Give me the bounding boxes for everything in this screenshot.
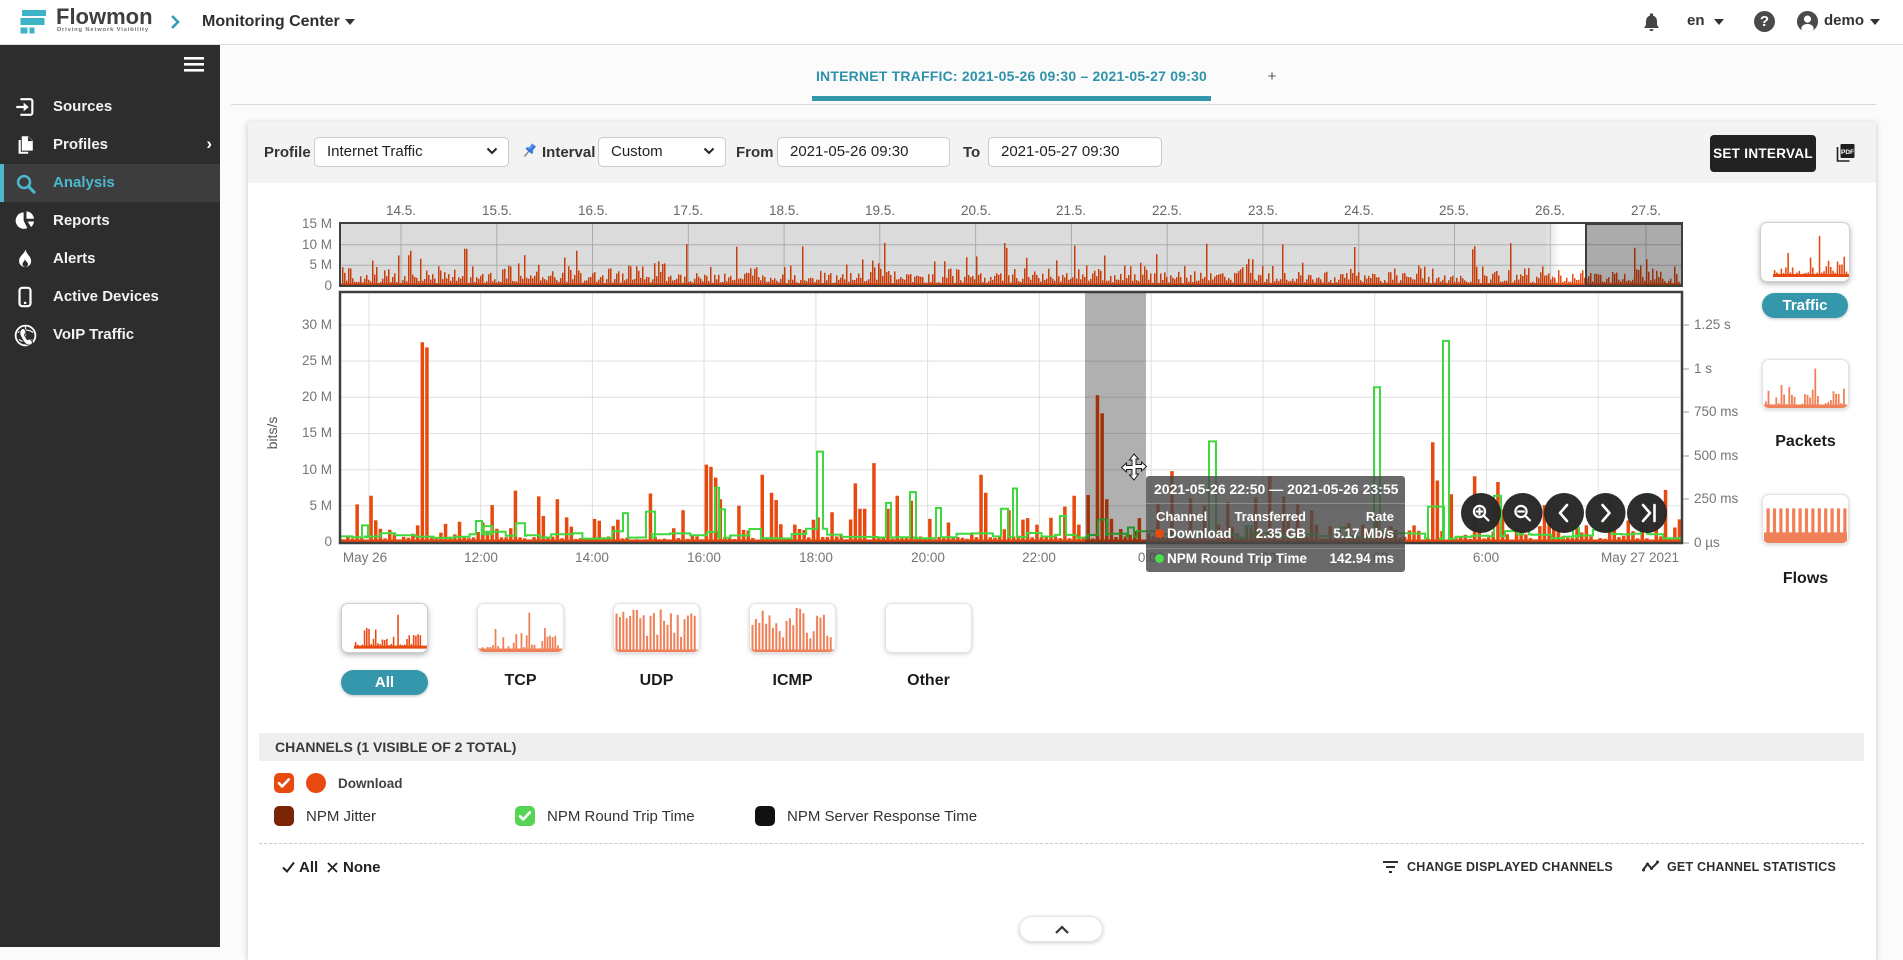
svg-text:15 M: 15 M — [302, 216, 332, 231]
svg-text:20 M: 20 M — [302, 389, 332, 404]
svg-text:May 26: May 26 — [343, 550, 387, 565]
svg-text:10 M: 10 M — [302, 462, 332, 477]
svg-text:1 s: 1 s — [1694, 361, 1712, 376]
svg-text:16.5.: 16.5. — [578, 203, 608, 218]
svg-text:20.5.: 20.5. — [961, 203, 991, 218]
svg-text:5 M: 5 M — [309, 257, 332, 272]
svg-text:25.5.: 25.5. — [1439, 203, 1469, 218]
svg-text:12:00: 12:00 — [464, 550, 498, 565]
svg-text:17.5.: 17.5. — [673, 203, 703, 218]
svg-text:0: 0 — [324, 534, 332, 549]
svg-text:0: 0 — [324, 278, 332, 293]
svg-text:5 M: 5 M — [309, 498, 332, 513]
svg-text:26.5.: 26.5. — [1535, 203, 1565, 218]
svg-text:18:00: 18:00 — [799, 550, 833, 565]
svg-text:1.25 s: 1.25 s — [1694, 317, 1731, 332]
svg-text:bits/s: bits/s — [264, 417, 280, 450]
svg-text:May 27 2021: May 27 2021 — [1601, 550, 1679, 565]
svg-text:19.5.: 19.5. — [865, 203, 895, 218]
svg-text:15 M: 15 M — [302, 425, 332, 440]
svg-text:30 M: 30 M — [302, 317, 332, 332]
svg-text:25 M: 25 M — [302, 353, 332, 368]
svg-text:22:00: 22:00 — [1022, 550, 1056, 565]
svg-text:250 ms: 250 ms — [1694, 491, 1739, 506]
svg-text:500 ms: 500 ms — [1694, 448, 1739, 463]
svg-text:750 ms: 750 ms — [1694, 404, 1739, 419]
svg-text:15.5.: 15.5. — [482, 203, 512, 218]
svg-text:14:00: 14:00 — [575, 550, 609, 565]
svg-text:16:00: 16:00 — [687, 550, 721, 565]
svg-text:18.5.: 18.5. — [769, 203, 799, 218]
svg-text:10 M: 10 M — [302, 237, 332, 252]
svg-text:PDF: PDF — [1841, 149, 1854, 156]
svg-text:6:00: 6:00 — [1473, 550, 1499, 565]
svg-text:20:00: 20:00 — [911, 550, 945, 565]
svg-text:21.5.: 21.5. — [1056, 203, 1086, 218]
svg-text:0 µs: 0 µs — [1694, 535, 1720, 550]
svg-text:23.5.: 23.5. — [1248, 203, 1278, 218]
svg-text:27.5.: 27.5. — [1631, 203, 1661, 218]
svg-text:14.5.: 14.5. — [386, 203, 416, 218]
svg-text:22.5.: 22.5. — [1152, 203, 1182, 218]
svg-text:24.5.: 24.5. — [1344, 203, 1374, 218]
